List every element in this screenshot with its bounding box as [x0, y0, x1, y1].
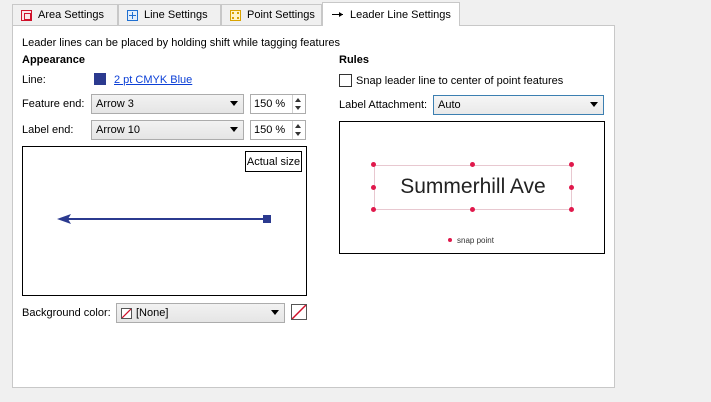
increment-icon[interactable] [295, 124, 301, 128]
background-color-value: [None] [136, 307, 169, 319]
snap-point-top-center [470, 162, 475, 167]
chevron-down-icon [271, 310, 279, 315]
feature-end-size-value: 150 % [254, 98, 286, 110]
snap-point-bottom-right [569, 207, 574, 212]
tab-label: Area Settings [38, 9, 105, 21]
tab-point-settings[interactable]: Point Settings [221, 4, 322, 25]
decrement-icon[interactable] [295, 132, 301, 136]
snap-point-top-right [569, 162, 574, 167]
snap-point-middle-left [371, 185, 376, 190]
line-style-link[interactable]: 2 pt CMYK Blue [114, 73, 192, 87]
point-settings-icon [230, 9, 241, 21]
tab-label: Line Settings [144, 9, 208, 21]
tab-label: Leader Line Settings [350, 8, 451, 21]
feature-end-dropdown[interactable]: Arrow 3 [91, 94, 244, 114]
feature-end-label: Feature end: [22, 98, 85, 110]
label-end-size-value: 150 % [254, 124, 286, 136]
snap-point-legend-dot [448, 238, 452, 242]
area-settings-icon [21, 9, 32, 21]
no-color-icon [121, 307, 132, 319]
label-attachment-preview: Summerhill Ave snap point [339, 121, 605, 254]
label-end-label: Label end: [22, 124, 74, 136]
tab-leader-line-settings[interactable]: Leader Line Settings [322, 2, 460, 26]
leader-line-icon [331, 9, 344, 20]
feature-end-size-stepper[interactable]: 150 % [250, 94, 306, 114]
actual-size-label: Actual size [246, 155, 301, 168]
snap-leader-line-label[interactable]: Snap leader line to center of point feat… [356, 74, 563, 88]
label-end-dropdown[interactable]: Arrow 10 [91, 120, 244, 140]
line-color-swatch[interactable] [94, 73, 106, 85]
snap-point-bottom-center [470, 207, 475, 212]
snap-point-legend: snap point [457, 236, 494, 245]
line-label: Line: [22, 74, 46, 86]
snap-point-bottom-left [371, 207, 376, 212]
label-attachment-dropdown[interactable]: Auto [433, 95, 604, 115]
clear-background-color-button[interactable] [291, 304, 307, 320]
snap-point-middle-right [569, 185, 574, 190]
increment-icon[interactable] [295, 98, 301, 102]
label-end-size-stepper[interactable]: 150 % [250, 120, 306, 140]
chevron-down-icon [230, 101, 238, 106]
actual-size-button[interactable]: Actual size [245, 151, 302, 172]
tab-area-settings[interactable]: Area Settings [12, 4, 118, 25]
background-color-label: Background color: [22, 307, 111, 319]
label-attachment-value: Auto [438, 99, 461, 111]
rules-heading: Rules [339, 54, 369, 66]
appearance-heading: Appearance [22, 54, 85, 66]
tab-line-settings[interactable]: Line Settings [118, 4, 221, 25]
snap-leader-line-checkbox[interactable] [339, 74, 352, 87]
description-text: Leader lines can be placed by holding sh… [22, 37, 340, 49]
decrement-icon[interactable] [295, 106, 301, 110]
preview-label-text: Summerhill Ave [400, 175, 546, 198]
tab-label: Point Settings [247, 9, 315, 21]
chevron-down-icon [230, 127, 238, 132]
chevron-down-icon [590, 102, 598, 107]
label-end-value: Arrow 10 [96, 124, 141, 136]
snap-point-top-left [371, 162, 376, 167]
background-color-dropdown[interactable]: [None] [116, 303, 285, 323]
feature-end-value: Arrow 3 [96, 98, 134, 110]
label-attachment-label: Label Attachment: [339, 99, 428, 111]
line-settings-icon [127, 9, 138, 21]
